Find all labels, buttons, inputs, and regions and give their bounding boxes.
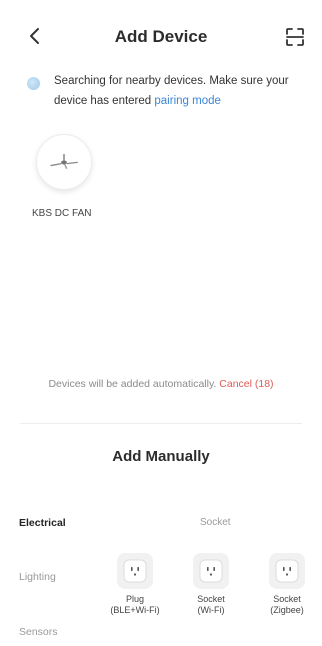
back-button[interactable] — [22, 22, 46, 50]
divider — [20, 423, 302, 424]
cancel-button[interactable]: Cancel (18) — [219, 378, 273, 390]
add-manually-title: Add Manually — [112, 448, 210, 465]
section-title-socket: Socket — [200, 517, 231, 528]
category-sensors[interactable]: Sensors — [19, 626, 58, 638]
auto-add-notice: Devices will be added automatically. Can… — [0, 378, 322, 390]
product-label-line1: Socket — [197, 594, 225, 604]
page-title: Add Device — [114, 27, 208, 46]
scan-icon — [286, 28, 304, 46]
product-label-line2: (Wi-Fi) — [197, 605, 225, 615]
product-label-line1: Plug — [125, 594, 144, 604]
auto-add-message: Devices will be added automatically. — [48, 378, 217, 390]
category-electrical[interactable]: Electrical — [19, 517, 66, 529]
device-avatar — [36, 134, 92, 190]
socket-icon — [275, 559, 299, 583]
device-name: KBS DC FAN — [32, 208, 92, 219]
chevron-left-icon — [30, 28, 39, 44]
socket-icon — [123, 559, 147, 583]
scan-button[interactable] — [282, 24, 308, 50]
product-label-line2: (BLE+Wi-Fi) — [110, 605, 160, 615]
header-bar: Add Device — [0, 0, 322, 70]
socket-icon — [199, 559, 223, 583]
pairing-mode-link[interactable]: pairing mode — [154, 95, 220, 107]
ceiling-fan-icon — [50, 154, 78, 169]
category-lighting[interactable]: Lighting — [19, 571, 56, 583]
product-label-line1: Socket — [273, 594, 301, 604]
spinner-icon — [27, 77, 40, 90]
product-label-line2: (Zigbee) — [270, 605, 304, 615]
